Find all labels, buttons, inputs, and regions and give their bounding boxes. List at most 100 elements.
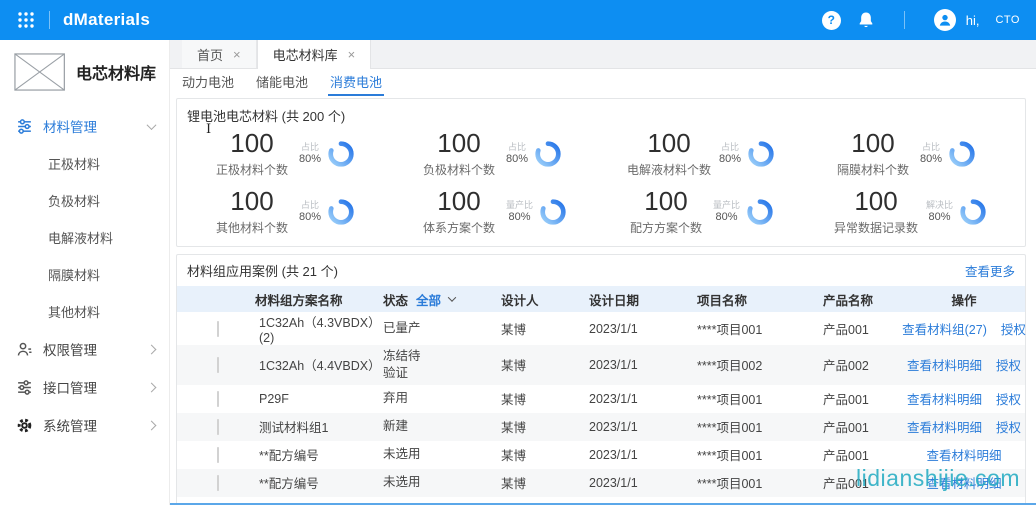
menu-label: 隔膜材料 <box>48 265 100 284</box>
col-project: 项目名称 <box>689 290 815 309</box>
cases-header-row: 材料组应用案例 (共 21 个) 查看更多 <box>177 261 1025 286</box>
row-checkbox[interactable] <box>217 391 219 407</box>
donut-progress-icon <box>947 139 977 169</box>
cases-section-title: 材料组应用案例 (共 21 个) <box>187 261 338 280</box>
donut-progress-icon <box>326 197 356 227</box>
subnav-tab-3[interactable]: 消费电池 <box>330 70 382 95</box>
sidebar-subitem[interactable]: 电解液材料 <box>0 219 169 256</box>
stat-ratio-label: 占比 <box>506 142 528 153</box>
notification-bell-icon[interactable] <box>857 11 875 29</box>
view-material-link[interactable]: 查看材料明细 <box>926 445 1001 464</box>
authorize-link[interactable]: 授权 <box>996 355 1021 374</box>
tab-bar: 首页 × 电芯材料库 × <box>170 40 1036 69</box>
view-material-link[interactable]: 查看材料明细 <box>907 417 982 436</box>
row-checkbox[interactable] <box>217 357 219 373</box>
stat-ratio-value: 80% <box>506 211 533 224</box>
menu-label: 负极材料 <box>48 191 100 210</box>
cell-product: 产品002 <box>815 355 903 374</box>
header-actions: ? hi, CTO <box>822 9 1020 31</box>
chevron-right-icon <box>147 420 157 430</box>
sidebar-menu: 材料管理 正极材料负极材料电解液材料隔膜材料其他材料 权限管理 接口管理 <box>0 103 169 444</box>
text-cursor-artifact: I <box>206 122 211 137</box>
stat-card: 100 电解液材料个数 占比 80% <box>601 129 808 179</box>
view-material-link[interactable]: 查看材料明细 <box>907 355 982 374</box>
stat-label: 异常数据记录数 <box>834 219 918 236</box>
row-checkbox[interactable] <box>217 475 219 491</box>
sidebar-item-material-management[interactable]: 材料管理 <box>0 107 169 145</box>
user-avatar[interactable] <box>934 9 956 31</box>
stat-value: 100 <box>627 188 705 215</box>
tab-battery-material-library[interactable]: 电芯材料库 × <box>257 40 372 69</box>
stat-label: 负极材料个数 <box>420 161 498 178</box>
row-checkbox[interactable] <box>217 419 219 435</box>
view-material-link[interactable]: 查看材料明细 <box>907 389 982 408</box>
menu-label: 权限管理 <box>43 339 148 359</box>
app-grid-icon[interactable] <box>16 10 36 30</box>
cell-name: **配方编号 <box>247 445 375 464</box>
row-checkbox[interactable] <box>217 321 219 337</box>
cell-designer: 某博 <box>493 389 581 408</box>
cell-actions: 查看材料明细授权 <box>903 355 1025 374</box>
cell-designer: 某博 <box>493 355 581 374</box>
cell-actions: 查看材料明细 <box>903 473 1025 492</box>
view-more-link[interactable]: 查看更多 <box>965 261 1015 280</box>
stat-ratio-value: 80% <box>506 153 528 166</box>
stat-label: 配方方案个数 <box>627 219 705 236</box>
sidebar-subitem[interactable]: 负极材料 <box>0 182 169 219</box>
view-material-link[interactable]: 查看材料组(27) <box>902 319 987 338</box>
authorize-link[interactable]: 授权 <box>996 389 1021 408</box>
sidebar-subitem[interactable]: 正极材料 <box>0 145 169 182</box>
stat-card: 100 配方方案个数 量产比 80% <box>601 187 808 237</box>
row-checkbox[interactable] <box>217 447 219 463</box>
stat-card: 100 负极材料个数 占比 80% <box>394 129 601 179</box>
sidebar-subitems: 正极材料负极材料电解液材料隔膜材料其他材料 <box>0 145 169 330</box>
sliders-icon <box>16 379 33 396</box>
authorize-link[interactable]: 授权 <box>996 417 1021 436</box>
sidebar-subitem[interactable]: 其他材料 <box>0 293 169 330</box>
main-content: 首页 × 电芯材料库 × 动力电池储能电池消费电池 锂电池电芯材料 (共 200… <box>170 40 1036 505</box>
sidebar-item-interface-management[interactable]: 接口管理 <box>0 368 169 406</box>
col-actions: 操作 <box>903 290 1025 309</box>
donut-progress-icon <box>533 139 563 169</box>
subnav-tab-1[interactable]: 动力电池 <box>182 70 234 95</box>
cell-actions: 查看材料明细授权 <box>903 389 1025 408</box>
status-filter-value[interactable]: 全部 <box>416 290 441 309</box>
sidebar: 电芯材料库 材料管理 正极材料负极材料电解液材料隔膜材料其他材料 权限管理 <box>0 40 170 505</box>
sidebar-item-system-management[interactable]: 系统管理 <box>0 406 169 444</box>
stat-value: 100 <box>213 188 291 215</box>
stat-ratio-value: 80% <box>926 211 953 224</box>
cell-project: ****项目001 <box>689 389 815 408</box>
menu-label: 材料管理 <box>43 116 148 136</box>
close-icon[interactable]: × <box>233 48 241 61</box>
chevron-down-icon <box>147 120 157 130</box>
donut-progress-icon <box>958 197 988 227</box>
app-title: dMaterials <box>63 10 150 30</box>
sidebar-subitem[interactable]: 隔膜材料 <box>0 256 169 293</box>
stat-label: 体系方案个数 <box>420 219 498 236</box>
user-role: CTO <box>995 14 1020 26</box>
stat-ratio-value: 80% <box>299 153 321 166</box>
authorize-link[interactable]: 授权 <box>1001 319 1026 338</box>
help-icon[interactable]: ? <box>822 11 841 30</box>
cases-panel: 材料组应用案例 (共 21 个) 查看更多 材料组方案名称 状态 全部 设计人 … <box>176 254 1026 505</box>
cell-designer: 某博 <box>493 417 581 436</box>
subnav-tab-2[interactable]: 储能电池 <box>256 70 308 95</box>
stat-card: 100 异常数据记录数 解决比 80% <box>808 187 1015 237</box>
cell-status: 冻结待验证 <box>383 345 431 385</box>
view-material-link[interactable]: 查看材料明细 <box>926 473 1001 492</box>
cell-product: 产品001 <box>815 473 903 492</box>
cell-name: 1C32Ah（4.4VBDX） <box>247 355 375 374</box>
menu-label: 其他材料 <box>48 302 100 321</box>
cell-actions: 查看材料明细 <box>903 445 1025 464</box>
close-icon[interactable]: × <box>348 48 356 61</box>
stat-value: 100 <box>213 130 291 157</box>
table-row: 1C32Ah（4.3VBDX）(2) 已量产 某博 2023/1/1 ****项… <box>177 312 1025 345</box>
tab-home[interactable]: 首页 × <box>182 40 257 68</box>
sidebar-item-permission-management[interactable]: 权限管理 <box>0 330 169 368</box>
chevron-down-icon[interactable] <box>448 293 456 301</box>
stat-card: 100 其他材料个数 占比 80% <box>187 187 394 237</box>
stat-ratio-label: 量产比 <box>713 200 740 211</box>
user-greeting: hi, <box>966 13 980 28</box>
menu-label: 正极材料 <box>48 154 100 173</box>
stats-section-title: 锂电池电芯材料 (共 200 个) <box>187 106 1015 125</box>
